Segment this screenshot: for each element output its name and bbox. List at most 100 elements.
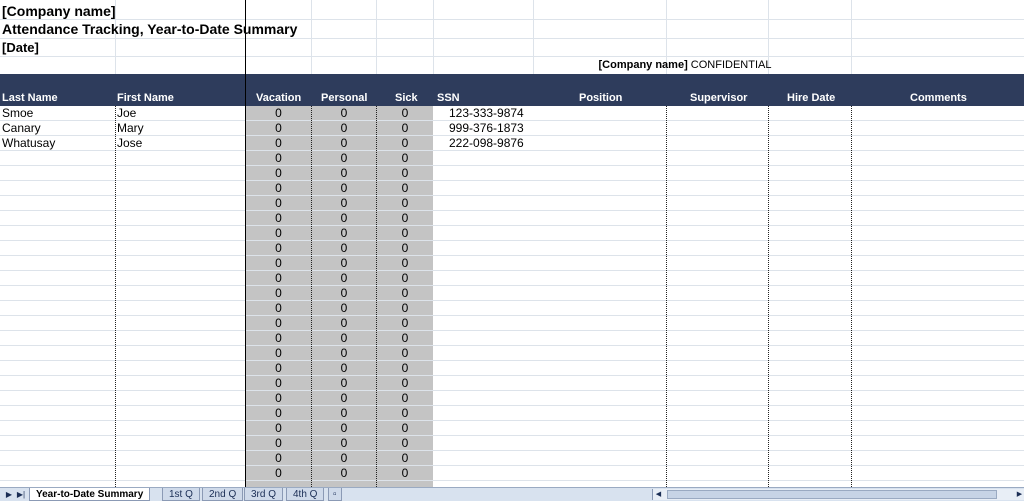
next-sheet-icon[interactable]: ▶ (3, 489, 15, 500)
cell-vacation[interactable]: 0 (246, 346, 311, 361)
cell-personal[interactable]: 0 (312, 376, 376, 391)
cell-personal[interactable]: 0 (312, 106, 376, 121)
cell-sick[interactable]: 0 (377, 166, 433, 181)
scroll-right-icon[interactable]: ▶ (1014, 489, 1024, 500)
cell-personal[interactable]: 0 (312, 151, 376, 166)
cell-personal[interactable]: 0 (312, 361, 376, 376)
col-header-ssn[interactable]: SSN (437, 92, 460, 104)
cell-vacation[interactable]: 0 (246, 196, 311, 211)
cell-sick[interactable]: 0 (377, 466, 433, 481)
col-header-last-name[interactable]: Last Name (2, 92, 58, 104)
table-row[interactable]: Smoe Joe 0 0 0 123-333-9874 (0, 106, 1024, 121)
col-header-comments[interactable]: Comments (910, 92, 967, 104)
cell-personal[interactable]: 0 (312, 181, 376, 196)
cell-vacation[interactable]: 0 (246, 286, 311, 301)
cell-sick[interactable]: 0 (377, 346, 433, 361)
cell-sick[interactable]: 0 (377, 376, 433, 391)
cell-vacation[interactable]: 0 (246, 376, 311, 391)
table-row[interactable]: 000 (0, 316, 1024, 331)
tab-1st-q[interactable]: 1st Q (162, 488, 200, 501)
confidential-notice[interactable]: [Company name] CONFIDENTIAL (560, 59, 810, 71)
cell-vacation[interactable]: 0 (246, 421, 311, 436)
cell-personal[interactable]: 0 (312, 211, 376, 226)
cell-personal[interactable]: 0 (312, 286, 376, 301)
cell-sick[interactable]: 0 (377, 136, 433, 151)
cell-sick[interactable]: 0 (377, 121, 433, 136)
cell-sick[interactable]: 0 (377, 211, 433, 226)
cell-personal[interactable]: 0 (312, 256, 376, 271)
cell-vacation[interactable]: 0 (246, 301, 311, 316)
cell-vacation[interactable]: 0 (246, 406, 311, 421)
col-header-hire-date[interactable]: Hire Date (787, 92, 835, 104)
cell-vacation[interactable]: 0 (246, 466, 311, 481)
cell-first-name[interactable]: Mary (117, 121, 244, 136)
table-row[interactable]: 000 (0, 436, 1024, 451)
cell-sick[interactable]: 0 (377, 271, 433, 286)
cell-last-name[interactable]: Whatusay (2, 136, 114, 151)
cell-vacation[interactable]: 0 (246, 121, 311, 136)
cell-sick[interactable]: 0 (377, 256, 433, 271)
cell-sick[interactable]: 0 (377, 436, 433, 451)
table-row[interactable]: 000 (0, 406, 1024, 421)
table-row[interactable]: 000 (0, 226, 1024, 241)
table-row[interactable]: 000 (0, 286, 1024, 301)
table-row[interactable]: 000 (0, 346, 1024, 361)
table-row[interactable]: Whatusay Jose 0 0 0 222-098-9876 (0, 136, 1024, 151)
cell-vacation[interactable]: 0 (246, 451, 311, 466)
cell-sick[interactable]: 0 (377, 286, 433, 301)
cell-vacation[interactable]: 0 (246, 331, 311, 346)
scrollbar-thumb[interactable] (667, 490, 997, 499)
cell-personal[interactable]: 0 (312, 166, 376, 181)
table-row[interactable]: 000 (0, 451, 1024, 466)
scroll-left-icon[interactable]: ◀ (653, 489, 664, 500)
cell-vacation[interactable]: 0 (246, 241, 311, 256)
col-header-position[interactable]: Position (579, 92, 622, 104)
cell-vacation[interactable]: 0 (246, 436, 311, 451)
cell-personal[interactable]: 0 (312, 466, 376, 481)
table-row[interactable]: Canary Mary 0 0 0 999-376-1873 (0, 121, 1024, 136)
cell-vacation[interactable]: 0 (246, 226, 311, 241)
table-row[interactable]: 000 (0, 166, 1024, 181)
cell-sick[interactable]: 0 (377, 106, 433, 121)
tab-3rd-q[interactable]: 3rd Q (244, 488, 284, 501)
table-row[interactable]: 000 (0, 301, 1024, 316)
cell-personal[interactable]: 0 (312, 331, 376, 346)
cell-sick[interactable]: 0 (377, 391, 433, 406)
cell-vacation[interactable]: 0 (246, 316, 311, 331)
cell-sick[interactable]: 0 (377, 406, 433, 421)
table-row[interactable]: 000 (0, 376, 1024, 391)
cell-personal[interactable]: 0 (312, 346, 376, 361)
tab-year-to-date-summary[interactable]: Year-to-Date Summary (29, 488, 151, 501)
cell-sick[interactable]: 0 (377, 361, 433, 376)
col-header-first-name[interactable]: First Name (117, 92, 174, 104)
last-sheet-icon[interactable]: ▶| (15, 489, 27, 500)
cell-vacation[interactable]: 0 (246, 391, 311, 406)
cell-vacation[interactable]: 0 (246, 271, 311, 286)
report-date-cell[interactable]: [Date] (2, 40, 39, 55)
cell-ssn[interactable]: 999-376-1873 (449, 121, 533, 136)
cell-personal[interactable]: 0 (312, 226, 376, 241)
col-header-supervisor[interactable]: Supervisor (690, 92, 747, 104)
cell-personal[interactable]: 0 (312, 196, 376, 211)
cell-personal[interactable]: 0 (312, 316, 376, 331)
cell-vacation[interactable]: 0 (246, 106, 311, 121)
cell-ssn[interactable]: 123-333-9874 (449, 106, 533, 121)
company-name-cell[interactable]: [Company name] (2, 3, 116, 19)
cell-sick[interactable]: 0 (377, 196, 433, 211)
cell-vacation[interactable]: 0 (246, 166, 311, 181)
table-row[interactable]: 000 (0, 151, 1024, 166)
cell-first-name[interactable]: Joe (117, 106, 244, 121)
table-row[interactable]: 000 (0, 211, 1024, 226)
cell-personal[interactable]: 0 (312, 421, 376, 436)
spreadsheet-grid[interactable]: Smoe Joe 0 0 0 123-333-9874 Canary Mary 0 0 0 999-3… (0, 106, 1024, 487)
cell-sick[interactable]: 0 (377, 451, 433, 466)
table-row[interactable]: 000 (0, 391, 1024, 406)
cell-sick[interactable]: 0 (377, 181, 433, 196)
cell-sick[interactable]: 0 (377, 151, 433, 166)
table-row[interactable]: 000 (0, 256, 1024, 271)
cell-ssn[interactable]: 222-098-9876 (449, 136, 533, 151)
cell-first-name[interactable]: Jose (117, 136, 244, 151)
cell-vacation[interactable]: 0 (246, 256, 311, 271)
cell-vacation[interactable]: 0 (246, 151, 311, 166)
cell-last-name[interactable]: Smoe (2, 106, 114, 121)
